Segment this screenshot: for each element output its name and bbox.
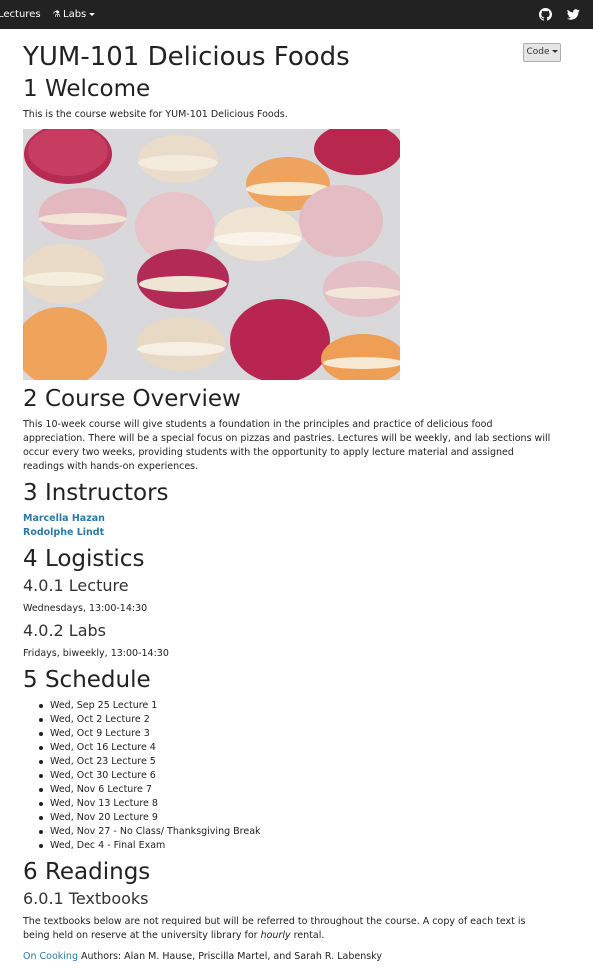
instructor-link-1[interactable]: Marcella Hazan — [23, 512, 105, 526]
textbooks-text-emph: hourly — [260, 930, 291, 941]
overview-text: This 10-week course will give students a… — [23, 419, 551, 472]
nav-lectures-label: Lectures — [0, 9, 41, 20]
textbooks-text: The textbooks below are not required but… — [23, 915, 553, 943]
book-title-link[interactable]: On Cooking — [23, 951, 78, 962]
book-authors: Authors: Alan M. Hause, Priscilla Martel… — [77, 951, 382, 962]
schedule-item: Wed, Oct 16 Lecture 4 — [23, 741, 261, 755]
top-navbar: Lectures ⚗ Labs — [0, 0, 593, 29]
textbooks-heading: 6.0.1 Textbooks — [23, 889, 149, 908]
labs-time: Fridays, biweekly, 13:00-14:30 — [23, 648, 169, 659]
schedule-item: Wed, Nov 13 Lecture 8 — [23, 797, 261, 811]
schedule-heading: 5 Schedule — [23, 667, 151, 693]
schedule-item: Wed, Nov 6 Lecture 7 — [23, 783, 261, 797]
schedule-item: Wed, Oct 9 Lecture 3 — [23, 727, 261, 741]
schedule-item: Wed, Sep 25 Lecture 1 — [23, 699, 261, 713]
macarons-photo — [23, 129, 400, 380]
book-entry: On Cooking Authors: Alan M. Hause, Prisc… — [23, 950, 382, 964]
logistics-heading: 4 Logistics — [23, 546, 145, 572]
schedule-item: Wed, Nov 20 Lecture 9 — [23, 811, 261, 825]
nav-labs-label: Labs — [63, 9, 87, 20]
schedule-item: Wed, Oct 2 Lecture 2 — [23, 713, 261, 727]
schedule-item: Wed, Oct 30 Lecture 6 — [23, 769, 261, 783]
welcome-heading: 1 Welcome — [23, 76, 151, 102]
welcome-text: This is the course website for YUM-101 D… — [23, 109, 288, 120]
lecture-time: Wednesdays, 13:00-14:30 — [23, 603, 148, 614]
caret-down-icon — [89, 12, 96, 16]
nav-labs-menu[interactable]: ⚗ Labs — [52, 0, 96, 29]
instructor-link-2[interactable]: Rodolphe Lindt — [23, 526, 104, 540]
schedule-item: Wed, Dec 4 - Final Exam — [23, 839, 261, 853]
caret-down-icon — [551, 50, 558, 53]
github-icon[interactable] — [539, 8, 552, 21]
schedule-item: Wed, Nov 27 - No Class/ Thanksgiving Bre… — [23, 825, 261, 839]
instructors-heading: 3 Instructors — [23, 480, 169, 506]
schedule-item: Wed, Oct 23 Lecture 5 — [23, 755, 261, 769]
labs-heading: 4.0.2 Labs — [23, 621, 107, 640]
code-button-label: Code — [526, 47, 550, 57]
code-button[interactable]: Code — [523, 43, 561, 62]
readings-heading: 6 Readings — [23, 859, 151, 885]
nav-lectures-menu[interactable]: Lectures — [0, 0, 41, 29]
twitter-icon[interactable] — [567, 8, 580, 21]
overview-heading: 2 Course Overview — [23, 386, 241, 412]
schedule-list: Wed, Sep 25 Lecture 1 Wed, Oct 2 Lecture… — [23, 699, 261, 853]
flask-icon: ⚗ — [52, 10, 61, 20]
lecture-heading: 4.0.1 Lecture — [23, 576, 129, 595]
page-title: YUM-101 Delicious Foods — [23, 42, 350, 72]
textbooks-text-after: rental. — [290, 930, 325, 941]
